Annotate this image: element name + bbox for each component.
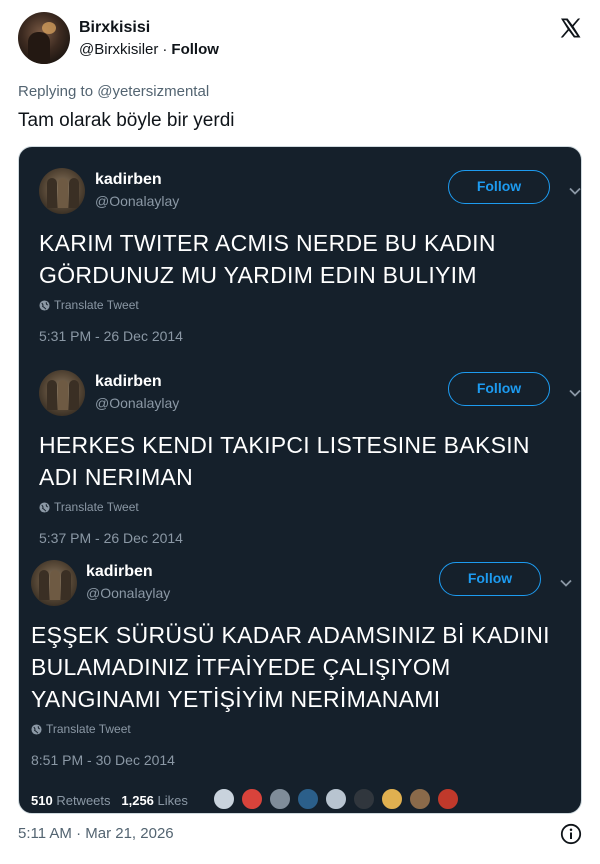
retweets-count: 510 xyxy=(31,793,53,808)
screenshot-author-name: kadirben xyxy=(95,373,162,390)
follow-link[interactable]: Follow xyxy=(171,41,219,58)
globe-icon xyxy=(39,300,50,311)
body-line: EŞŞEK SÜRÜSÜ KADAR ADAMSINIZ Bİ KADINI xyxy=(31,622,550,648)
tweet-media-image[interactable]: kadirben @Oonalaylay Follow KARIM TWITER… xyxy=(18,146,582,814)
author-display-name[interactable]: Birxkisisi xyxy=(79,19,150,37)
screenshot-stats: 510 Retweets 1,256 Likes xyxy=(31,793,188,808)
chevron-down-icon xyxy=(560,579,572,587)
translate-label: Translate Tweet xyxy=(54,298,139,312)
body-line: HERKES KENDI TAKIPCI LISTESINE BAKSIN xyxy=(39,432,530,458)
screenshot-timestamp: 5:31 PM - 26 Dec 2014 xyxy=(39,328,183,344)
globe-icon xyxy=(31,724,42,735)
author-handle[interactable]: @Birxkisiler xyxy=(79,41,158,58)
tweet-timestamp[interactable]: 5:11 AM · Mar 21, 2026 xyxy=(18,825,174,842)
likes-label: Likes xyxy=(157,793,188,808)
screenshot-follow-button: Follow xyxy=(448,170,550,204)
screenshot-timestamp: 8:51 PM - 30 Dec 2014 xyxy=(31,752,175,768)
separator-dot: · xyxy=(162,41,168,58)
liker-avatar xyxy=(437,788,459,810)
screenshot-tweet-body: KARIM TWITER ACMIS NERDE BU KADIN GÖRDUN… xyxy=(39,227,496,291)
chevron-down-icon xyxy=(569,389,581,397)
liker-avatar xyxy=(325,788,347,810)
screenshot-timestamp: 5:37 PM - 26 Dec 2014 xyxy=(39,530,183,546)
globe-icon xyxy=(39,502,50,513)
x-logo-icon[interactable] xyxy=(558,16,582,40)
likes-count: 1,256 xyxy=(121,793,154,808)
liker-avatar xyxy=(353,788,375,810)
translate-tweet: Translate Tweet xyxy=(31,722,131,736)
tweet-header: Birxkisisi @Birxkisiler · Follow xyxy=(18,12,584,68)
replying-prefix: Replying to xyxy=(18,83,94,100)
screenshot-author-handle: @Oonalaylay xyxy=(86,585,171,601)
screenshot-author-handle: @Oonalaylay xyxy=(95,193,180,209)
screenshot-author-handle: @Oonalaylay xyxy=(95,395,180,411)
translate-tweet: Translate Tweet xyxy=(39,500,139,514)
liker-avatar xyxy=(269,788,291,810)
liker-avatar xyxy=(241,788,263,810)
screenshot-author-name: kadirben xyxy=(86,563,153,580)
screenshot-tweet-body: EŞŞEK SÜRÜSÜ KADAR ADAMSINIZ Bİ KADINI B… xyxy=(31,619,550,715)
body-line: ADI NERIMAN xyxy=(39,464,194,490)
screenshot-author-name: kadirben xyxy=(95,171,162,188)
replying-to: Replying to @yetersizmental xyxy=(18,83,209,100)
body-line: GÖRDUNUZ MU YARDIM EDIN BULIYIM xyxy=(39,262,477,288)
screenshot-tweet-body: HERKES KENDI TAKIPCI LISTESINE BAKSIN AD… xyxy=(39,429,530,493)
reply-mention-link[interactable]: @yetersizmental xyxy=(97,83,209,100)
author-avatar[interactable] xyxy=(18,12,70,64)
info-icon[interactable] xyxy=(560,823,582,845)
screenshot-avatar xyxy=(31,560,77,606)
screenshot-avatar xyxy=(39,168,85,214)
author-handle-line: @Birxkisiler · Follow xyxy=(79,41,219,58)
screenshot-follow-button: Follow xyxy=(439,562,541,596)
liker-avatar xyxy=(213,788,235,810)
retweets-label: Retweets xyxy=(56,793,111,808)
screenshot-avatar xyxy=(39,370,85,416)
screenshot-follow-button: Follow xyxy=(448,372,550,406)
tweet-text: Tam olarak böyle bir yerdi xyxy=(18,110,235,131)
translate-label: Translate Tweet xyxy=(46,722,131,736)
body-line: BULAMADINIZ İTFAİYEDE ÇALIŞIYOM xyxy=(31,654,451,680)
translate-tweet: Translate Tweet xyxy=(39,298,139,312)
translate-label: Translate Tweet xyxy=(54,500,139,514)
chevron-down-icon xyxy=(569,187,581,195)
body-line: YANGINAMI YETİŞİYİM NERİMANAMI xyxy=(31,686,441,712)
liker-avatar xyxy=(381,788,403,810)
liker-avatar xyxy=(409,788,431,810)
liker-avatar xyxy=(297,788,319,810)
body-line: KARIM TWITER ACMIS NERDE BU KADIN xyxy=(39,230,496,256)
